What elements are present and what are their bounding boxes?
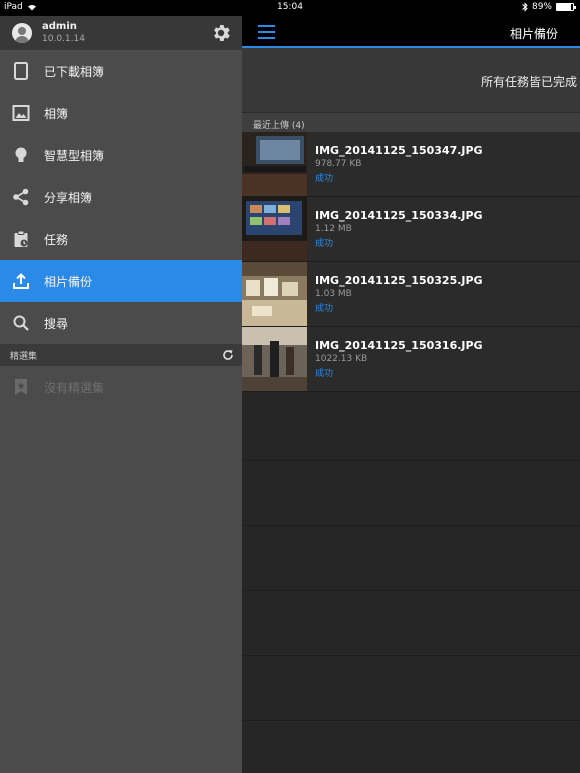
upload-status: 成功 [315, 369, 334, 379]
battery-level [557, 4, 572, 10]
sidebar-item-label: 相片備份 [44, 275, 93, 289]
file-name: IMG_20141125_150325.JPG [315, 274, 483, 287]
sidebar-item-shared-albums[interactable]: 分享相簿 [0, 176, 242, 218]
account-header[interactable]: admin 10.0.1.14 [0, 16, 242, 50]
bluetooth-icon [522, 2, 528, 12]
sidebar-item-label: 任務 [44, 233, 69, 247]
star-bookmark-icon [15, 379, 27, 395]
account-name: admin [42, 21, 77, 32]
sidebar-item-search[interactable]: 搜尋 [0, 302, 242, 344]
file-size: 978.77 KB [315, 159, 362, 169]
sidebar-item-downloaded-albums[interactable]: 已下載相簿 [0, 50, 242, 92]
photo-thumbnail [242, 262, 307, 326]
battery-percent: 89% [531, 2, 552, 12]
main-panel: 相片備份 所有任務皆已完成 最近上傳 (4) IMG_20141125_1503… [242, 16, 580, 773]
featured-empty-label: 沒有精選集 [44, 381, 105, 395]
sidebar-item-tasks[interactable]: 任務 [0, 218, 242, 260]
sidebar-item-label: 相簿 [44, 107, 69, 121]
sidebar: admin 10.0.1.14 已下載相簿 相簿 智慧型相簿 分享相簿 任務 相… [0, 16, 242, 773]
hamburger-menu-icon[interactable] [258, 25, 275, 39]
sidebar-item-label: 分享相簿 [44, 191, 93, 205]
share-icon [13, 188, 29, 206]
featured-section-header: 精選集 [0, 344, 242, 366]
status-message: 所有任務皆已完成 [481, 75, 578, 89]
top-bar: 相片備份 [242, 16, 580, 48]
clock: 15:04 [277, 2, 303, 12]
file-size: 1.12 MB [315, 224, 352, 234]
list-item[interactable]: IMG_20141125_150325.JPG 1.03 MB 成功 [242, 262, 580, 327]
file-size: 1022.13 KB [315, 354, 368, 364]
sidebar-item-label: 搜尋 [44, 317, 69, 331]
list-item[interactable]: IMG_20141125_150334.JPG 1.12 MB 成功 [242, 197, 580, 262]
photo-thumbnail [242, 327, 307, 391]
sidebar-item-label: 已下載相簿 [44, 65, 105, 79]
status-bar: iPad 15:04 89% [0, 0, 580, 16]
list-item[interactable]: IMG_20141125_150347.JPG 978.77 KB 成功 [242, 132, 580, 197]
featured-empty-item: 沒有精選集 [0, 366, 242, 408]
upload-status: 成功 [315, 239, 334, 249]
file-size: 1.03 MB [315, 289, 352, 299]
upload-status: 成功 [315, 304, 334, 314]
upload-status: 成功 [315, 174, 334, 184]
file-name: IMG_20141125_150334.JPG [315, 209, 483, 222]
backup-status-area: 所有任務皆已完成 [242, 48, 580, 112]
photo-thumbnail [242, 132, 307, 196]
sidebar-item-photo-backup[interactable]: 相片備份 [0, 260, 242, 302]
sidebar-item-label: 智慧型相簿 [44, 149, 105, 163]
sidebar-item-smart-albums[interactable]: 智慧型相簿 [0, 134, 242, 176]
lightbulb-icon [15, 147, 27, 162]
account-ip: 10.0.1.14 [42, 34, 85, 44]
featured-header-label: 精選集 [10, 352, 38, 362]
avatar [12, 23, 32, 43]
gear-icon[interactable] [210, 22, 232, 44]
search-icon [13, 315, 29, 331]
upload-icon [13, 273, 29, 289]
clipboard-icon [14, 230, 28, 247]
photo-thumbnail [242, 197, 307, 261]
empty-list-area [242, 396, 580, 773]
image-icon [12, 105, 30, 121]
list-item[interactable]: IMG_20141125_150316.JPG 1022.13 KB 成功 [242, 327, 580, 392]
tablet-icon [14, 62, 28, 80]
battery-icon [556, 3, 576, 11]
refresh-icon[interactable] [222, 349, 234, 361]
sidebar-item-albums[interactable]: 相簿 [0, 92, 242, 134]
file-name: IMG_20141125_150347.JPG [315, 144, 483, 157]
page-title: 相片備份 [509, 27, 558, 41]
file-name: IMG_20141125_150316.JPG [315, 339, 483, 352]
recent-uploads-label: 最近上傳 (4) [253, 121, 305, 131]
recent-uploads-header: 最近上傳 (4) [242, 112, 580, 132]
